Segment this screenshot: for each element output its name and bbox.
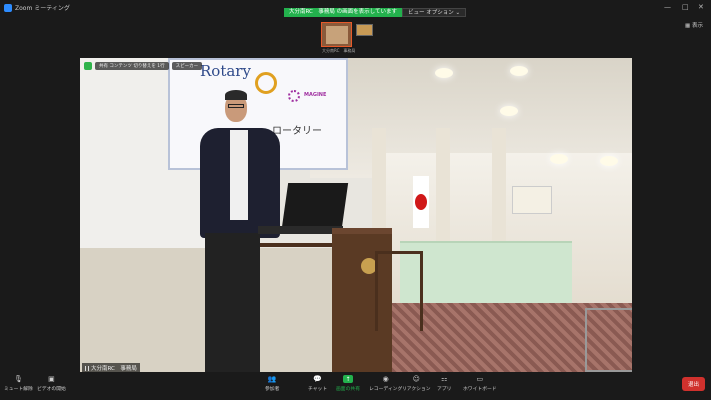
share-status-pill: 大分南RC 事務局 の画面を表示しています ビュー オプション ⌄ <box>284 8 467 17</box>
whiteboard-icon: ▭ <box>476 375 484 383</box>
video-top-indicators: 共有 コンテンツ 切り替えを 1行 スピーカー <box>84 62 203 70</box>
banner-japanese: ロータリー <box>272 126 322 137</box>
apps-button[interactable]: ⚏ アプリ <box>437 375 451 392</box>
speaker-view-pill[interactable]: スピーカー <box>171 62 203 70</box>
minimize-icon[interactable]: — <box>664 3 671 11</box>
rotary-wheel-icon <box>255 72 277 94</box>
display-button[interactable]: ▦ 表示 <box>685 21 703 29</box>
display-button-label: 表示 <box>691 23 703 29</box>
participant-thumbnail-small[interactable] <box>356 24 373 36</box>
grid-icon: ▦ <box>685 23 691 29</box>
banner-title: Rotary <box>200 62 251 80</box>
whiteboard-button[interactable]: ▭ ホワイトボード <box>463 375 497 392</box>
maximize-icon[interactable]: □ <box>682 3 689 11</box>
video-off-icon: ▣ <box>48 375 55 383</box>
mic-muted-icon: 🎙 <box>13 375 23 383</box>
share-screen-button[interactable]: ↑ 画面の共有 <box>336 375 360 392</box>
participant-name: 大分南RC 事務局 <box>91 366 137 372</box>
record-button[interactable]: ◉ レコーディング <box>369 375 402 392</box>
reactions-button[interactable]: ☺ リアクション <box>402 375 431 392</box>
magine-logo-icon <box>288 90 300 102</box>
app-title: Zoom ミーティング <box>4 3 70 12</box>
participant-thumbnail[interactable] <box>321 22 352 47</box>
leave-button[interactable]: 退出 <box>681 377 705 391</box>
close-icon[interactable]: ✕ <box>698 3 704 11</box>
share-status-text: 大分南RC 事務局 の画面を表示しています <box>284 8 402 17</box>
record-icon: ◉ <box>382 375 389 383</box>
participant-thumbnails <box>321 22 373 47</box>
title-bar: Zoom ミーティング 大分南RC 事務局 の画面を表示しています ビュー オプ… <box>0 0 711 17</box>
participants-button[interactable]: 👥 参加者 <box>265 375 279 392</box>
reaction-icon: ☺ <box>412 375 420 383</box>
thumbnail-label: 大分南RC 事務局 <box>322 48 356 53</box>
unmute-button[interactable]: 🎙 ミュート解除 <box>4 375 33 392</box>
zoom-logo-icon <box>4 3 12 12</box>
share-screen-icon: ↑ <box>343 375 353 383</box>
window-title: Zoom ミーティング <box>15 5 70 12</box>
encryption-shield-icon[interactable] <box>84 62 92 70</box>
start-video-button[interactable]: ▣ ビデオの開始 <box>37 375 66 392</box>
apps-icon: ⚏ <box>441 375 448 383</box>
main-video: Rotary MAGINE ロータリー <box>80 58 632 372</box>
laptop <box>281 183 349 228</box>
view-options-button[interactable]: ビュー オプション ⌄ <box>401 8 467 17</box>
chat-button[interactable]: 💬 チャット <box>308 375 327 392</box>
mic-level-icon <box>85 365 89 371</box>
japan-flag <box>413 176 429 228</box>
participants-icon: 👥 <box>267 375 277 383</box>
meeting-toolbar: 🎙 ミュート解除 ▣ ビデオの開始 👥 参加者 💬 チャット ↑ 画面の共有 ◉… <box>0 372 711 400</box>
chat-icon: 💬 <box>313 375 322 383</box>
recording-pill[interactable]: 共有 コンテンツ 切り替えを 1行 <box>95 62 169 70</box>
